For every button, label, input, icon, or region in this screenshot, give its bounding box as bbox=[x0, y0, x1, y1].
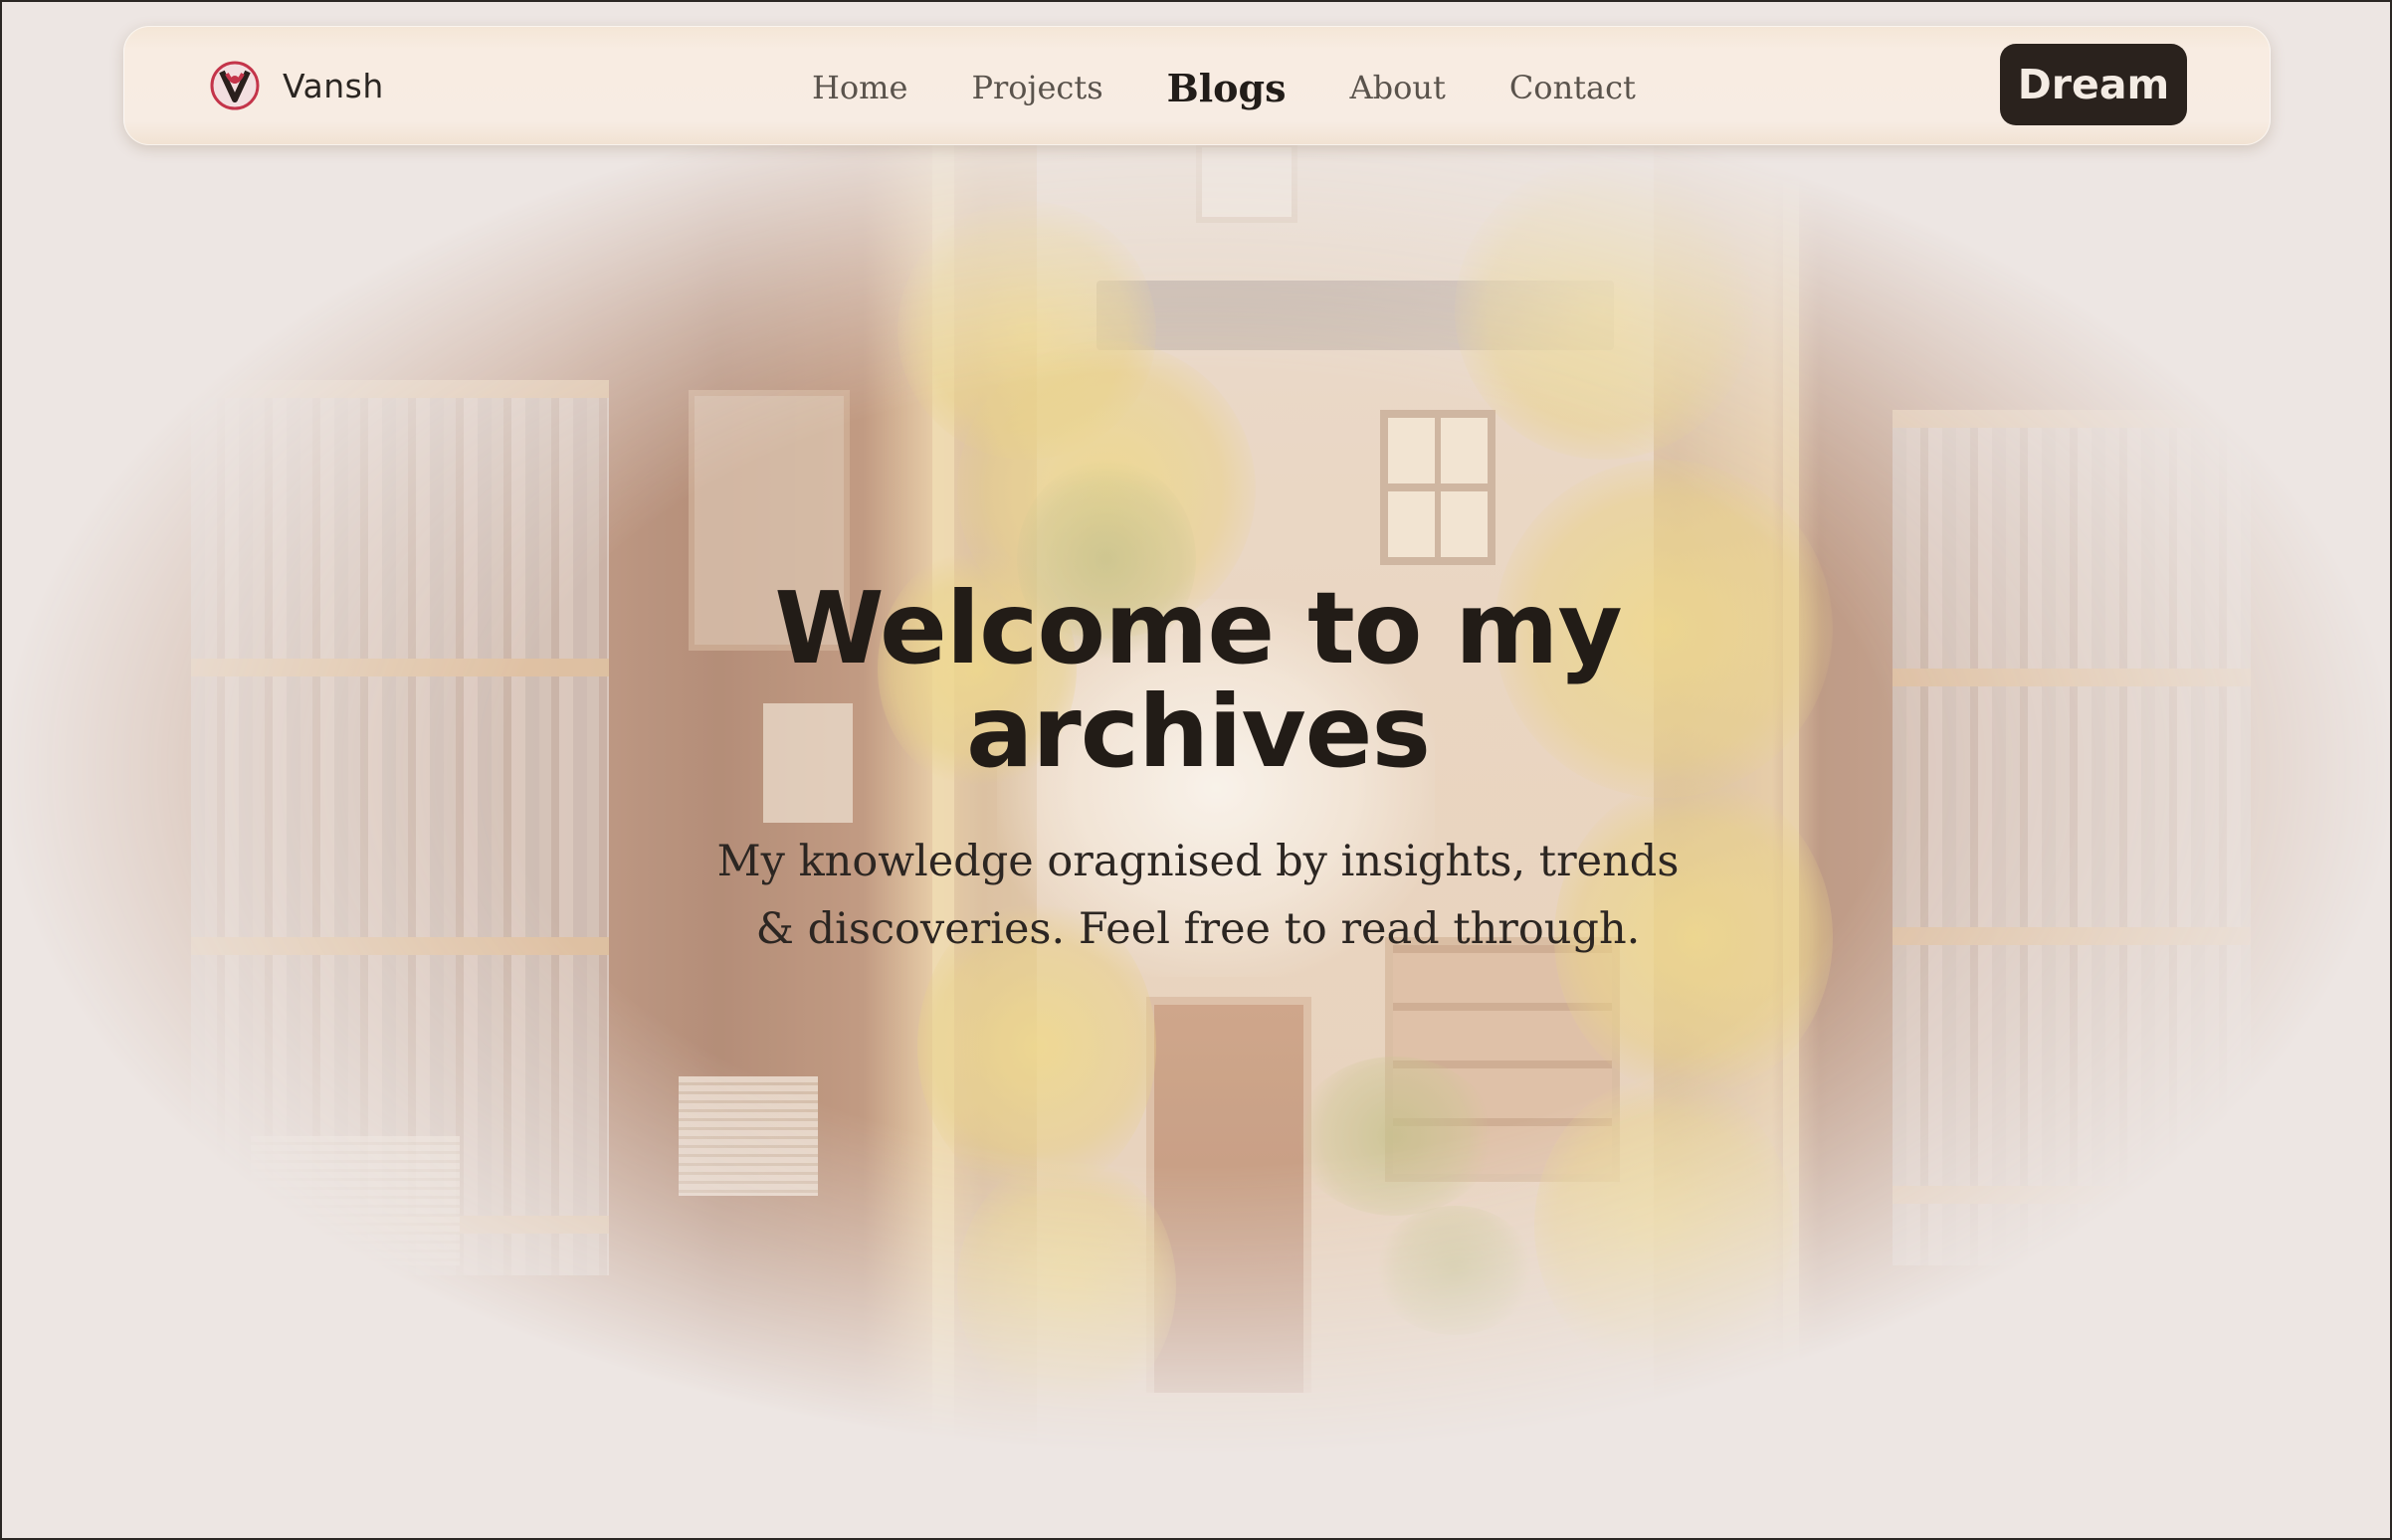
brand[interactable]: Vansh bbox=[209, 56, 384, 115]
nav-link-projects[interactable]: Projects bbox=[971, 69, 1102, 106]
nav-link-contact[interactable]: Contact bbox=[1509, 69, 1636, 106]
dream-button[interactable]: Dream bbox=[2000, 44, 2187, 125]
v-logo-icon bbox=[210, 61, 260, 110]
hero-title: Welcome to my archives bbox=[774, 570, 1622, 790]
navbar: Vansh Home Projects Blogs About Contact … bbox=[123, 26, 2271, 145]
hero-subtitle: My knowledge oragnised by insights, tren… bbox=[716, 837, 1680, 954]
nav-links: Home Projects Blogs About Contact bbox=[812, 60, 1636, 115]
nav-link-blogs[interactable]: Blogs bbox=[1167, 66, 1287, 110]
nav-link-about[interactable]: About bbox=[1349, 69, 1445, 106]
page: Vansh Home Projects Blogs About Contact … bbox=[0, 0, 2392, 1540]
nav-link-home[interactable]: Home bbox=[812, 69, 907, 106]
brand-name: Vansh bbox=[283, 66, 384, 105]
hero-section: Welcome to my archives My knowledge orag… bbox=[2, 570, 2390, 963]
